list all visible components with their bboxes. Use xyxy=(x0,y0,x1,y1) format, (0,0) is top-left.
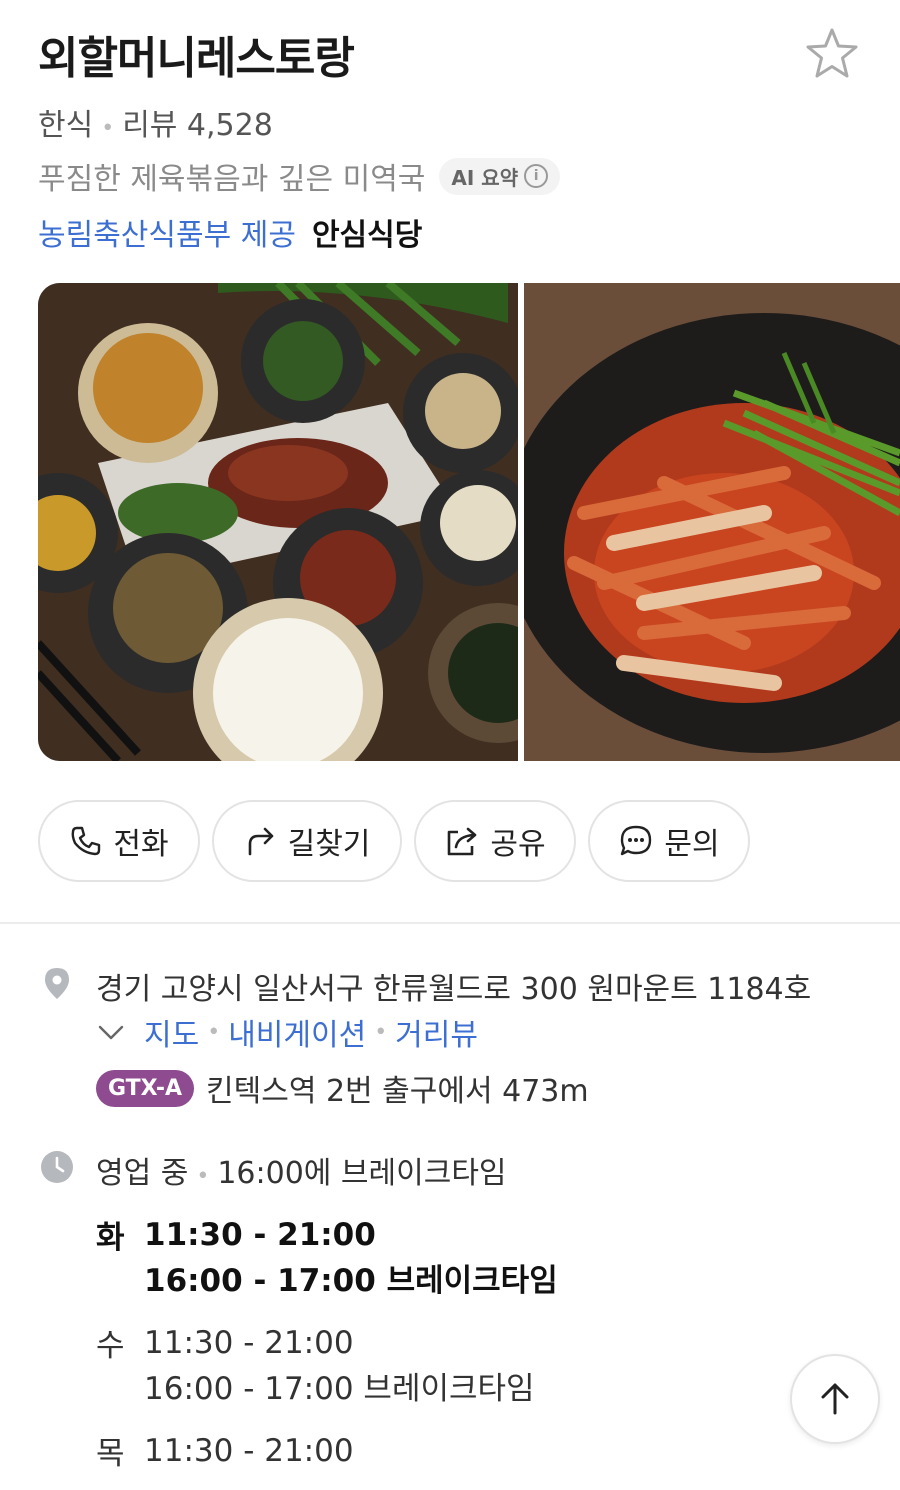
transit-info: GTX-A 킨텍스역 2번 출구에서 473m xyxy=(96,1066,589,1110)
ai-badge-label: AI 요약 xyxy=(451,165,519,190)
transit-line-badge: GTX-A xyxy=(96,1069,195,1107)
clock-icon xyxy=(41,1151,73,1183)
summary-text: 푸짐한 제육볶음과 깊은 미역국 xyxy=(38,162,426,197)
ai-summary-badge[interactable]: AI 요약 i xyxy=(439,157,561,195)
phone-icon xyxy=(71,826,101,856)
share-icon xyxy=(448,827,477,856)
review-count-link[interactable]: 리뷰 4,528 xyxy=(122,108,273,143)
certification-badge: 안심식당 xyxy=(311,218,423,253)
street-view-link[interactable]: 거리뷰 xyxy=(395,1010,478,1054)
chevron-down-icon[interactable] xyxy=(96,1017,126,1047)
restaurant-meta: 한식 • 리뷰 4,528 xyxy=(38,108,273,143)
share-label: 공유 xyxy=(490,827,546,862)
address-text: 경기 고양시 일산서구 한류월드로 300 원마운트 1184호 xyxy=(96,972,812,1007)
transit-text: 킨텍스역 2번 출구에서 473m xyxy=(206,1074,589,1109)
inquiry-label: 문의 xyxy=(664,827,720,862)
day-label: 목 xyxy=(96,1436,125,1472)
section-divider xyxy=(0,922,900,924)
favorite-star-icon[interactable] xyxy=(804,26,860,82)
hours-row: 수 11:30 - 21:00 16:00 - 17:00 브레이크타임 xyxy=(96,1320,558,1412)
ai-summary: 푸짐한 제육볶음과 깊은 미역국 AI 요약 i xyxy=(38,154,561,198)
hours-row-today: 화 11:30 - 21:00 16:00 - 17:00 브레이크타임 xyxy=(96,1212,558,1304)
business-status[interactable]: 영업 중 • 16:00에 브레이크타임 xyxy=(96,1148,507,1192)
open-time: 11:30 - 21:00 xyxy=(144,1325,354,1361)
arrow-up-icon xyxy=(821,1383,849,1415)
break-note: 16:00에 브레이크타임 xyxy=(217,1156,507,1191)
call-label: 전화 xyxy=(113,827,169,862)
hours-list: 화 11:30 - 21:00 16:00 - 17:00 브레이크타임 수 1… xyxy=(96,1212,558,1490)
hours-row: 목 11:30 - 21:00 xyxy=(96,1428,558,1474)
open-status: 영업 중 xyxy=(96,1156,189,1191)
category-label: 한식 xyxy=(38,108,94,143)
photo-carousel[interactable] xyxy=(38,283,900,761)
share-button[interactable]: 공유 xyxy=(414,800,576,882)
break-time: 16:00 - 17:00 브레이크타임 xyxy=(144,1263,558,1299)
day-label: 수 xyxy=(96,1328,125,1364)
action-buttons: 전화 길찾기 공유 문의 xyxy=(38,800,750,882)
break-time: 16:00 - 17:00 브레이크타임 xyxy=(144,1371,535,1407)
provider-link[interactable]: 농림축산식품부 제공 xyxy=(38,210,296,254)
directions-label: 길찾기 xyxy=(287,827,371,862)
chat-icon xyxy=(621,825,652,856)
food-photo-2[interactable] xyxy=(524,283,900,761)
location-pin-icon xyxy=(45,968,69,999)
restaurant-name: 외할머니레스토랑 xyxy=(38,33,355,84)
inquiry-button[interactable]: 문의 xyxy=(588,800,750,882)
food-photo-1[interactable] xyxy=(38,283,518,761)
open-time: 11:30 - 21:00 xyxy=(144,1433,354,1469)
day-label: 화 xyxy=(96,1220,125,1256)
address-links: 지도 • 내비게이션 • 거리뷰 xyxy=(96,1010,478,1054)
navigation-link[interactable]: 내비게이션 xyxy=(228,1010,366,1054)
call-button[interactable]: 전화 xyxy=(38,800,200,882)
info-icon[interactable]: i xyxy=(524,164,549,188)
provider-row: 농림축산식품부 제공 안심식당 xyxy=(38,210,422,254)
directions-icon xyxy=(248,827,273,856)
open-time: 11:30 - 21:00 xyxy=(144,1217,376,1253)
directions-button[interactable]: 길찾기 xyxy=(212,800,402,882)
map-link[interactable]: 지도 xyxy=(144,1010,199,1054)
scroll-to-top-button[interactable] xyxy=(790,1354,880,1444)
